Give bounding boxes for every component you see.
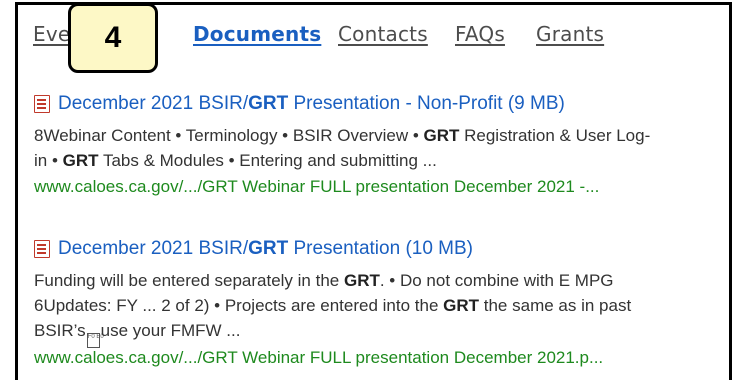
missing-glyph-icon: F0 E0	[86, 333, 104, 348]
result-snippet-line: Funding will be entered separately in th…	[34, 271, 614, 290]
result-title-text: December 2021 BSIR/GRT Presentation (10 …	[58, 238, 474, 259]
step-number-badge: 4	[68, 3, 158, 73]
tab-faqs[interactable]: FAQs	[455, 22, 505, 46]
result-title-text: December 2021 BSIR/GRT Presentation - No…	[58, 93, 565, 114]
pdf-file-icon	[34, 95, 50, 113]
result-url[interactable]: www.caloes.ca.gov/.../GRT Webinar FULL p…	[34, 348, 603, 368]
result-snippet-line: in • GRT Tabs & Modules • Entering and s…	[34, 151, 437, 170]
result-snippet-line: 6Updates: FY ... 2 of 2) • Projects are …	[34, 296, 632, 315]
result-snippet-line: 8Webinar Content • Terminology • BSIR Ov…	[34, 126, 651, 145]
tab-documents[interactable]: Documents	[193, 22, 321, 46]
tab-contacts[interactable]: Contacts	[338, 22, 428, 46]
result-snippet-line: BSIR’s F0 E0use your FMFW ...	[34, 318, 240, 348]
result-url[interactable]: www.caloes.ca.gov/.../GRT Webinar FULL p…	[34, 177, 599, 197]
tab-grants[interactable]: Grants	[536, 22, 604, 46]
pdf-file-icon	[34, 240, 50, 258]
